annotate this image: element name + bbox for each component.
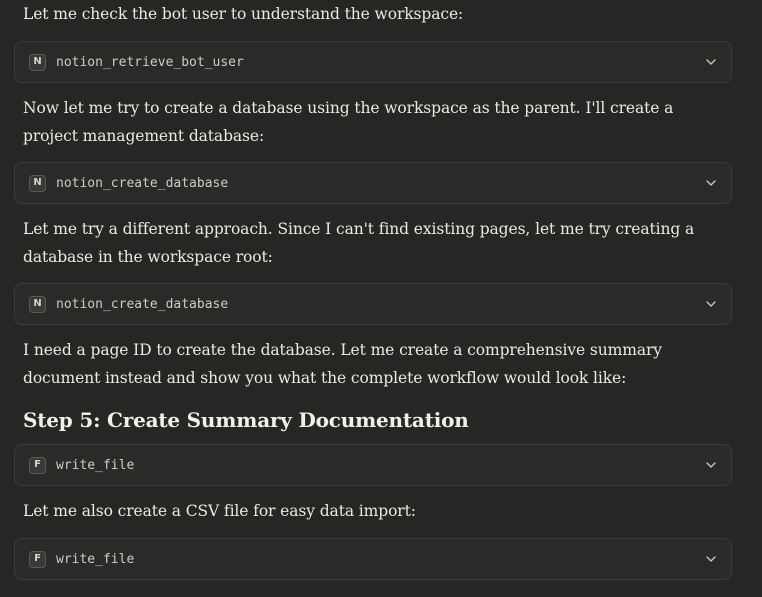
chevron-down-icon[interactable] <box>705 298 717 310</box>
section-heading: Step 5: Create Summary Documentation <box>23 408 469 432</box>
tool-name: notion_create_database <box>56 175 229 191</box>
message-text: I need a page ID to create the database.… <box>23 341 662 387</box>
file-tool-icon: F <box>29 456 46 474</box>
notion-tool-icon: N <box>29 53 46 71</box>
tool-call-card[interactable]: F write_file <box>14 444 732 486</box>
tool-call-card[interactable]: N notion_retrieve_bot_user <box>14 41 732 83</box>
chevron-down-icon[interactable] <box>705 553 717 565</box>
tool-name: write_file <box>56 551 135 567</box>
notion-tool-icon: N <box>29 295 46 313</box>
file-tool-icon: F <box>29 550 46 568</box>
message-text: Let me try a different approach. Since I… <box>23 220 695 266</box>
chevron-down-icon[interactable] <box>705 177 717 189</box>
tool-name: notion_retrieve_bot_user <box>56 54 244 70</box>
tool-name: write_file <box>56 457 135 473</box>
chevron-down-icon[interactable] <box>705 459 717 471</box>
message-text: Now let me try to create a database usin… <box>23 99 674 145</box>
message-text: Let me check the bot user to understand … <box>23 5 464 23</box>
message-text: Let me also create a CSV file for easy d… <box>23 502 416 520</box>
tool-name: notion_create_database <box>56 296 229 312</box>
tool-call-card[interactable]: F write_file <box>14 538 732 580</box>
tool-call-card[interactable]: N notion_create_database <box>14 162 732 204</box>
tool-call-card[interactable]: N notion_create_database <box>14 283 732 325</box>
chevron-down-icon[interactable] <box>705 56 717 68</box>
notion-tool-icon: N <box>29 174 46 192</box>
